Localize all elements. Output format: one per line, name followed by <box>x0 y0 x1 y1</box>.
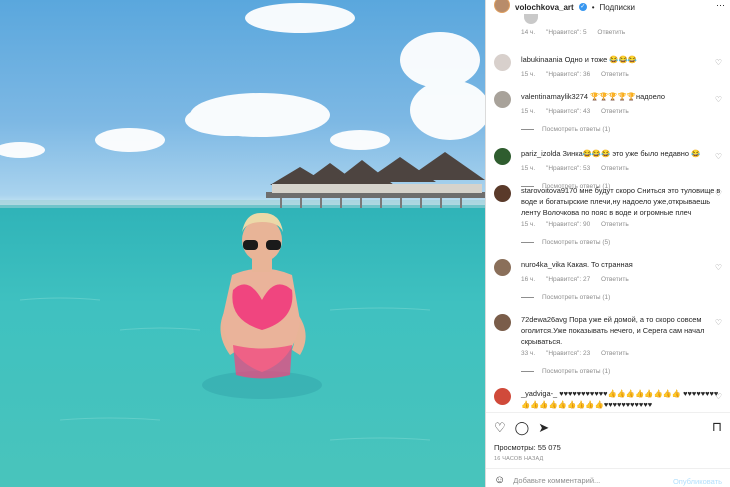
beach-scene-illustration <box>0 3 485 487</box>
comment-likes[interactable]: "Нравится": 36 <box>546 71 590 78</box>
comment-item: labukinaania Одно и тоже 😂😂😂 15 ч. "Нрав… <box>494 54 724 84</box>
comment-meta: 16 ч. "Нравится": 27 Ответить <box>521 276 638 283</box>
comment-reply-button[interactable]: Ответить <box>601 276 629 283</box>
comments-list[interactable]: 14 ч. "Нравится": 5 Ответить labukinaani… <box>486 14 730 412</box>
comment-text: pariz_izolda Зинка😂😂😂 это уже было недав… <box>521 149 701 158</box>
view-replies-button[interactable]: Посмотреть ответы (1) <box>521 368 610 375</box>
comment-time: 15 ч. <box>521 165 536 172</box>
comment-text: valentinamaylik3274 🏆🏆🏆🏆🏆надоело <box>521 92 666 101</box>
comment-reply-button[interactable]: Ответить <box>601 221 629 228</box>
comment-time: 33 ч. <box>521 350 536 357</box>
comment-item: 72dewa26avg Пора уже ей домой, а то скор… <box>494 314 724 384</box>
comment-like-heart-icon[interactable]: ♡ <box>715 392 722 401</box>
comment-time: 15 ч. <box>521 71 536 78</box>
author-username[interactable]: volochkova_art <box>515 3 574 12</box>
bookmark-icon[interactable]: ⊓ <box>712 419 722 435</box>
post-header: volochkova_art ✓ • Подписки ⋯ <box>486 0 730 14</box>
comment-item: starovoitova9170 мне будут скоро Сниться… <box>494 185 724 255</box>
view-replies-button[interactable]: Посмотреть ответы (1) <box>521 294 610 301</box>
comment-icon[interactable]: ◯ <box>515 420 530 436</box>
comment-avatar[interactable] <box>494 91 511 108</box>
comment-like-heart-icon[interactable]: ♡ <box>715 263 722 272</box>
view-replies-button[interactable]: Посмотреть ответы (1) <box>521 126 610 133</box>
comment-item: valentinamaylik3274 🏆🏆🏆🏆🏆надоело 15 ч. "… <box>494 91 724 141</box>
comment-likes[interactable]: "Нравится": 27 <box>546 276 590 283</box>
comment-username[interactable]: 72dewa26avg <box>521 315 567 324</box>
comment-username[interactable]: valentinamaylik3274 <box>521 92 588 101</box>
comment-input[interactable]: Добавьте комментарий... <box>513 476 600 485</box>
comment-username[interactable]: starovoitova9170 <box>521 186 577 195</box>
comment-avatar[interactable] <box>494 388 511 405</box>
comment-time: 15 ч. <box>521 221 536 228</box>
divider <box>486 468 730 469</box>
post-actions: ♡ ◯ ➤ <box>494 420 549 436</box>
comment-time: 16 ч. <box>521 276 536 283</box>
comment-meta: 33 ч. "Нравится": 23 Ответить <box>521 350 638 357</box>
comment-item: nurо4ka_vika Какая. То странная 16 ч. "Н… <box>494 259 724 309</box>
comment-meta: 15 ч. "Нравится": 53 Ответить <box>521 165 638 172</box>
comment-text: nurо4ka_vika Какая. То странная <box>521 260 633 269</box>
comment-avatar[interactable] <box>494 259 511 276</box>
comment-like-heart-icon[interactable]: ♡ <box>715 189 722 198</box>
comment-avatar[interactable] <box>494 148 511 165</box>
publish-button[interactable]: Опубликовать <box>673 477 722 486</box>
comment-text: starovoitova9170 мне будут скоро Сниться… <box>521 186 721 217</box>
post-side-panel: volochkova_art ✓ • Подписки ⋯ 14 ч. "Нра… <box>485 0 730 487</box>
comment-reply-button[interactable]: Ответить <box>597 29 625 36</box>
comment-avatar[interactable] <box>494 185 511 202</box>
comment-username[interactable]: nurо4ka_vika <box>521 260 565 269</box>
share-icon[interactable]: ➤ <box>538 420 549 436</box>
comment-time: 15 ч. <box>521 108 536 115</box>
comment-text: 72dewa26avg Пора уже ей домой, а то скор… <box>521 315 705 346</box>
comment-avatar[interactable] <box>494 314 511 331</box>
post-timestamp: 16 ЧАСОВ НАЗАД <box>494 456 544 462</box>
post-photo <box>0 0 485 487</box>
author-avatar[interactable] <box>494 0 510 13</box>
emoji-icon[interactable]: ☺ <box>494 474 505 486</box>
comment-meta: 14 ч. "Нравится": 5 Ответить <box>521 29 634 36</box>
separator-dot: • <box>591 2 595 12</box>
add-comment-bar: ☺ Добавьте комментарий... <box>494 474 600 486</box>
verified-badge-icon: ✓ <box>578 3 587 11</box>
comment-likes[interactable]: "Нравится": 23 <box>546 350 590 357</box>
comment-likes[interactable]: "Нравится": 43 <box>546 108 590 115</box>
comment-reply-button[interactable]: Ответить <box>601 165 629 172</box>
comment-meta: 15 ч. "Нравится": 90 Ответить <box>521 221 638 228</box>
comment-reply-button[interactable]: Ответить <box>601 350 629 357</box>
comment-like-heart-icon[interactable]: ♡ <box>715 58 722 67</box>
comment-likes[interactable]: "Нравится": 5 <box>546 29 587 36</box>
comment-like-heart-icon[interactable]: ♡ <box>715 95 722 104</box>
comment-avatar[interactable] <box>524 14 538 24</box>
comment-meta: 15 ч. "Нравится": 36 Ответить <box>521 71 638 78</box>
comment-username[interactable]: pariz_izolda <box>521 149 560 158</box>
comment-time: 14 ч. <box>521 29 536 36</box>
comment-avatar[interactable] <box>494 54 511 71</box>
comment-item: _yadviga-_ ♥♥♥♥♥♥♥♥♥♥♥👍👍👍👍👍👍👍👍 ♥♥♥♥♥♥♥♥👍… <box>494 388 724 412</box>
heart-icon[interactable]: ♡ <box>494 420 506 436</box>
divider <box>486 412 730 413</box>
view-replies-button[interactable]: Посмотреть ответы (5) <box>521 239 610 246</box>
comment-likes[interactable]: "Нравится": 90 <box>546 221 590 228</box>
following-button[interactable]: Подписки <box>600 3 635 12</box>
more-dots-icon[interactable]: ⋯ <box>716 0 725 11</box>
comment-likes[interactable]: "Нравится": 53 <box>546 165 590 172</box>
comment-username[interactable]: _yadviga-_ <box>521 389 557 398</box>
view-count: Просмотры: 55 075 <box>494 443 561 452</box>
comment-text: _yadviga-_ ♥♥♥♥♥♥♥♥♥♥♥👍👍👍👍👍👍👍👍 ♥♥♥♥♥♥♥♥👍… <box>521 389 719 409</box>
comment-text: labukinaania Одно и тоже 😂😂😂 <box>521 55 637 64</box>
comment-like-heart-icon[interactable]: ♡ <box>715 318 722 327</box>
comment-like-heart-icon[interactable]: ♡ <box>715 152 722 161</box>
comment-username[interactable]: labukinaania <box>521 55 563 64</box>
comment-reply-button[interactable]: Ответить <box>601 108 629 115</box>
comment-meta: 15 ч. "Нравится": 43 Ответить <box>521 108 638 115</box>
comment-reply-button[interactable]: Ответить <box>601 71 629 78</box>
